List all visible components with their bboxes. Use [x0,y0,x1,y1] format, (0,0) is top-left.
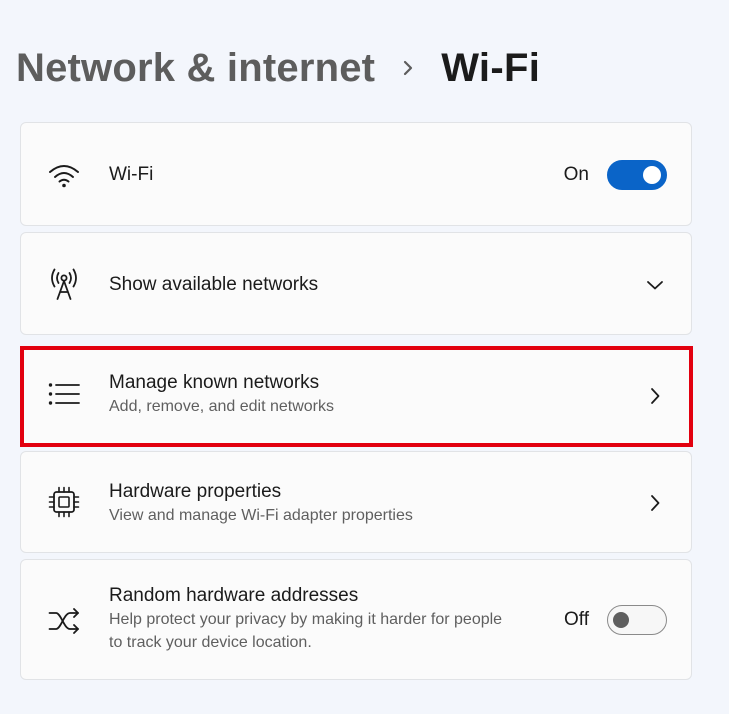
chevron-right-icon [375,48,441,88]
random-hardware-addresses-card: Random hardware addresses Help protect y… [20,559,692,680]
antenna-icon [47,267,81,301]
show-available-networks-card[interactable]: Show available networks [20,232,692,335]
wifi-title: Wi-Fi [109,164,154,185]
wifi-toggle[interactable] [607,160,667,190]
chevron-right-icon[interactable] [643,384,667,408]
random-addresses-toggle-label: Off [564,609,589,630]
random-addresses-title: Random hardware addresses [109,585,359,606]
chip-icon [47,485,81,519]
hardware-title: Hardware properties [109,481,282,502]
known-networks-description: Add, remove, and edit networks [109,398,335,415]
chevron-right-icon[interactable] [643,491,667,515]
random-addresses-toggle[interactable] [607,605,667,635]
wifi-icon [47,158,81,192]
hardware-description: View and manage Wi-Fi adapter properties [109,507,413,524]
shuffle-icon [47,604,81,638]
breadcrumb: Network & internet Wi-Fi [16,40,540,96]
hardware-properties-card[interactable]: Hardware properties View and manage Wi-F… [20,451,692,553]
list-icon [47,377,81,411]
toggle-knob [643,166,661,184]
random-addresses-description: Help protect your privacy by making it h… [109,611,503,651]
toggle-knob [613,611,629,628]
known-networks-title: Manage known networks [109,372,320,393]
wifi-toggle-label: On [563,164,589,185]
breadcrumb-parent-link[interactable]: Network & internet [16,46,375,91]
page-title: Wi-Fi [441,45,541,90]
available-networks-title: Show available networks [109,274,319,295]
wifi-card: Wi-Fi On [20,122,692,226]
manage-known-networks-card[interactable]: Manage known networks Add, remove, and e… [20,346,692,447]
chevron-down-icon[interactable] [643,273,667,297]
